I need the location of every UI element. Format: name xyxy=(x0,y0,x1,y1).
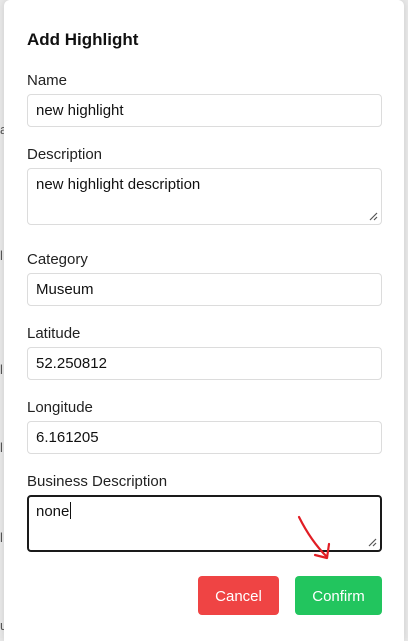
category-field[interactable]: Museum xyxy=(27,273,382,306)
red-arrow-annotation xyxy=(297,515,331,560)
longitude-label: Longitude xyxy=(27,399,93,416)
business-description-value: none xyxy=(36,503,70,520)
dialog-title: Add Highlight xyxy=(27,30,139,49)
confirm-button[interactable]: Confirm xyxy=(295,576,382,615)
resize-grip-icon[interactable] xyxy=(367,537,377,547)
description-textarea[interactable]: new highlight description xyxy=(27,168,382,225)
business-description-label: Business Description xyxy=(27,473,168,490)
resize-grip-icon[interactable] xyxy=(368,211,378,221)
text-caret xyxy=(70,502,72,519)
cancel-button[interactable]: Cancel xyxy=(198,576,279,615)
longitude-field[interactable]: 6.161205 xyxy=(27,421,382,454)
latitude-label: Latitude xyxy=(27,325,81,342)
name-field[interactable]: new highlight xyxy=(27,94,382,127)
description-label: Description xyxy=(27,146,103,163)
description-value: new highlight description xyxy=(36,176,201,193)
add-highlight-dialog: Add Highlight Name new highlight Descrip… xyxy=(4,0,404,641)
latitude-field[interactable]: 52.250812 xyxy=(27,347,382,380)
category-label: Category xyxy=(27,251,88,268)
name-label: Name xyxy=(27,72,68,89)
